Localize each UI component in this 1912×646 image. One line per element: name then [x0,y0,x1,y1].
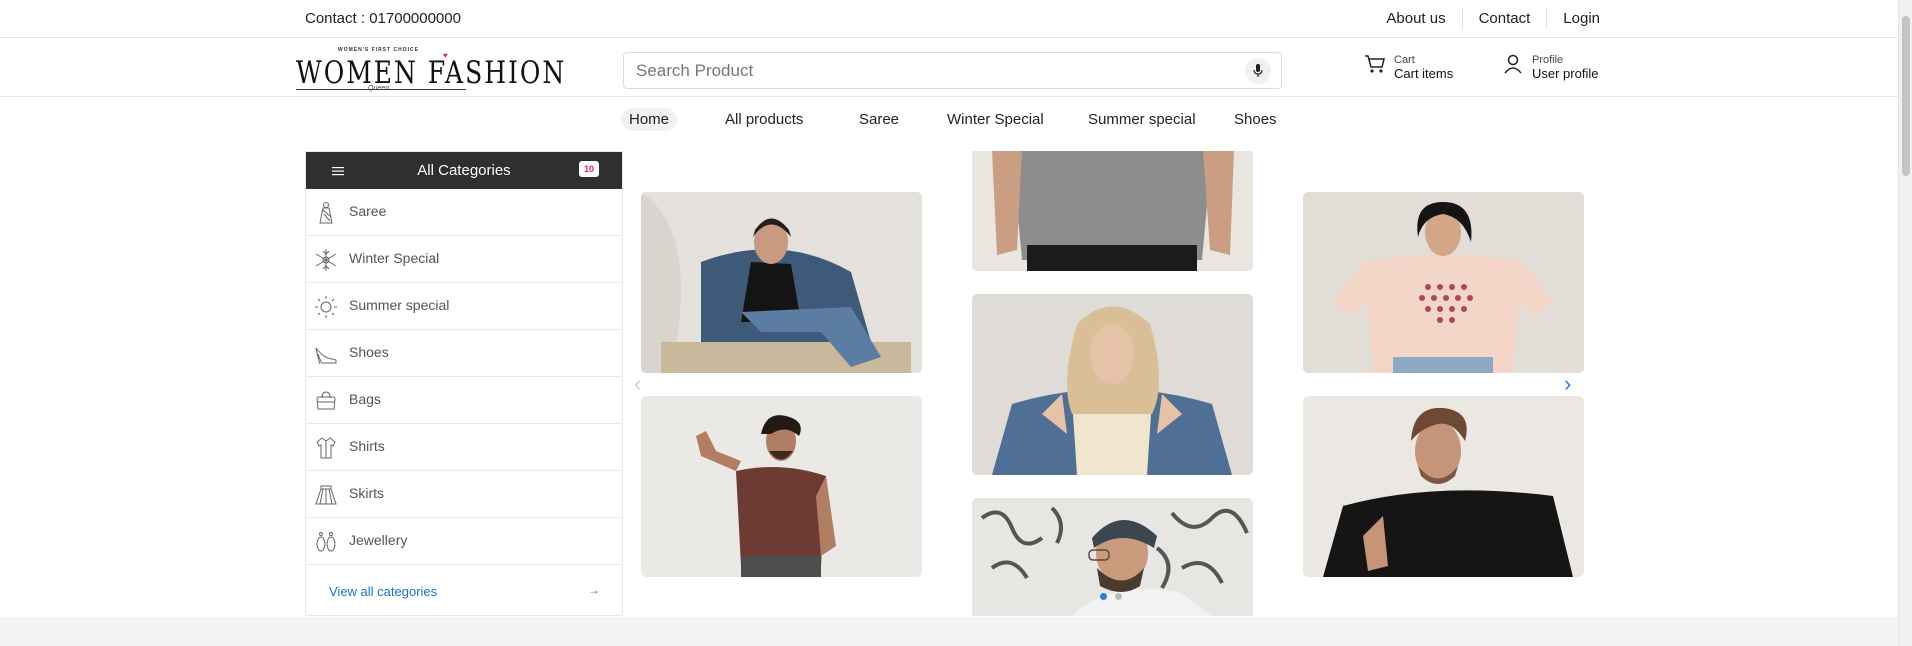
carousel-dot[interactable] [1100,593,1107,600]
photo-man-grey-tshirt[interactable] [972,151,1253,271]
cart-items-label: Cart items [1394,65,1454,81]
nav-home[interactable]: Home [621,108,678,131]
cart-button[interactable]: Cart Cart items [1364,53,1453,80]
categories-header[interactable]: All Categories 10 [306,152,622,189]
contact-link[interactable]: Contact [1461,8,1547,29]
nav-winter-special[interactable]: Winter Special [939,108,1052,131]
contact-number: Contact : 01700000000 [305,10,461,27]
category-label: Shirts [349,438,385,454]
nav-saree[interactable]: Saree [851,108,907,131]
category-shoes[interactable]: Shoes [306,330,622,377]
logo-heart-icon: ♥ [443,51,448,60]
about-us-link[interactable]: About us [1370,8,1461,29]
high-heel-icon [314,342,338,366]
search-input[interactable] [624,53,1224,88]
category-bags[interactable]: Bags [306,377,622,424]
header: WOMEN'S FIRST CHOICE WOMEN FASHION ♥ Que… [0,39,1912,97]
category-jewellery[interactable]: Jewellery [306,518,622,565]
earrings-icon [314,530,338,554]
category-label: Skirts [349,485,384,501]
arrow-right-icon: → [588,583,600,597]
photo-woman-peach-tshirt[interactable] [1303,192,1584,373]
user-profile-label: User profile [1532,65,1599,81]
categories-count-badge: 10 [578,161,599,177]
profile-button[interactable]: Profile User profile [1502,53,1598,80]
page-scrollbar[interactable] [1898,0,1912,646]
categories-title: All Categories [417,162,511,179]
logo-wordmark: WOMEN FASHION [296,54,567,91]
logo-tagline: WOMEN'S FIRST CHOICE [338,47,419,53]
carousel-dot[interactable] [1115,593,1122,600]
photo-woman-blonde-denim[interactable] [972,294,1253,475]
category-label: Bags [349,391,381,407]
bag-icon [314,389,338,413]
nav-shoes[interactable]: Shoes [1226,108,1285,131]
sun-icon [314,295,338,319]
profile-label: Profile [1532,53,1564,66]
category-label: Saree [349,203,387,219]
view-all-categories-link[interactable]: View all categories → [306,565,622,616]
shirt-icon [314,436,338,460]
photo-woman-denim-jacket[interactable] [641,192,922,373]
carousel-next-arrow-icon[interactable]: › [1564,371,1571,397]
category-label: Summer special [349,297,450,313]
category-label: Jewellery [349,532,408,548]
categories-sidebar: All Categories 10 Saree Winter Special S… [305,151,623,616]
view-all-label: View all categories [329,584,438,599]
hero-carousel[interactable]: ‹ › [623,151,1593,616]
photo-man-black-tshirt[interactable] [1303,396,1584,577]
logo-signature: Queen [368,85,390,92]
saree-icon [314,201,338,225]
login-link[interactable]: Login [1546,8,1600,29]
brand-logo[interactable]: WOMEN'S FIRST CHOICE WOMEN FASHION ♥ Que… [296,47,564,92]
category-shirts[interactable]: Shirts [306,424,622,471]
page-footer-band [0,617,1912,646]
top-bar: Contact : 01700000000 About us Contact L… [0,0,1912,38]
top-links: About us Contact Login [1370,8,1600,29]
category-summer-special[interactable]: Summer special [306,283,622,330]
category-label: Shoes [349,344,389,360]
category-label: Winter Special [349,250,440,266]
cart-label: Cart [1394,53,1415,66]
search-bar [623,52,1282,89]
photo-man-maroon-tshirt[interactable] [641,396,922,577]
cart-icon [1364,53,1386,80]
scrollbar-thumb[interactable] [1902,16,1910,176]
skirt-icon [314,483,338,507]
carousel-dots [1100,593,1122,600]
category-saree[interactable]: Saree [306,189,622,236]
nav-all-products[interactable]: All products [717,108,811,131]
category-winter-special[interactable]: Winter Special [306,236,622,283]
user-icon [1502,53,1524,80]
nav-summer-special[interactable]: Summer special [1080,108,1204,131]
carousel-prev-arrow-icon[interactable]: ‹ [634,371,641,397]
category-skirts[interactable]: Skirts [306,471,622,518]
microphone-icon[interactable] [1245,58,1271,84]
snowflake-icon [314,248,338,272]
main-nav: Home All products Saree Winter Special S… [0,104,1912,136]
